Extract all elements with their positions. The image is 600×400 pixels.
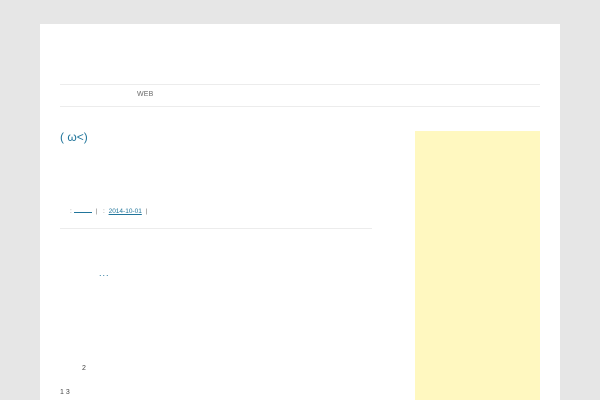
post-divider bbox=[60, 228, 372, 229]
nav-bottom-divider bbox=[60, 106, 540, 107]
post-body-line-2: 1 3 bbox=[60, 389, 70, 396]
page-container: WEB ( ω<) : | : 2014-10-01 | ... 2 1 3 bbox=[40, 24, 560, 400]
meta-colon: : bbox=[70, 208, 72, 215]
nav-item-web[interactable]: WEB bbox=[137, 91, 154, 98]
post-meta: : | : 2014-10-01 | bbox=[70, 206, 149, 215]
nav-top-divider bbox=[60, 84, 540, 85]
meta-date-colon: : bbox=[102, 208, 105, 215]
read-more-link[interactable]: ... bbox=[99, 268, 110, 278]
meta-trailing-separator: | bbox=[145, 208, 148, 215]
meta-separator: | bbox=[95, 208, 98, 215]
meta-date-link[interactable]: 2014-10-01 bbox=[109, 208, 142, 215]
post-body-line-1: 2 bbox=[82, 365, 86, 372]
sidebar-ad-panel[interactable] bbox=[415, 131, 540, 400]
post-title-link[interactable]: ( ω<) bbox=[60, 130, 88, 144]
meta-author-link[interactable] bbox=[73, 206, 92, 213]
